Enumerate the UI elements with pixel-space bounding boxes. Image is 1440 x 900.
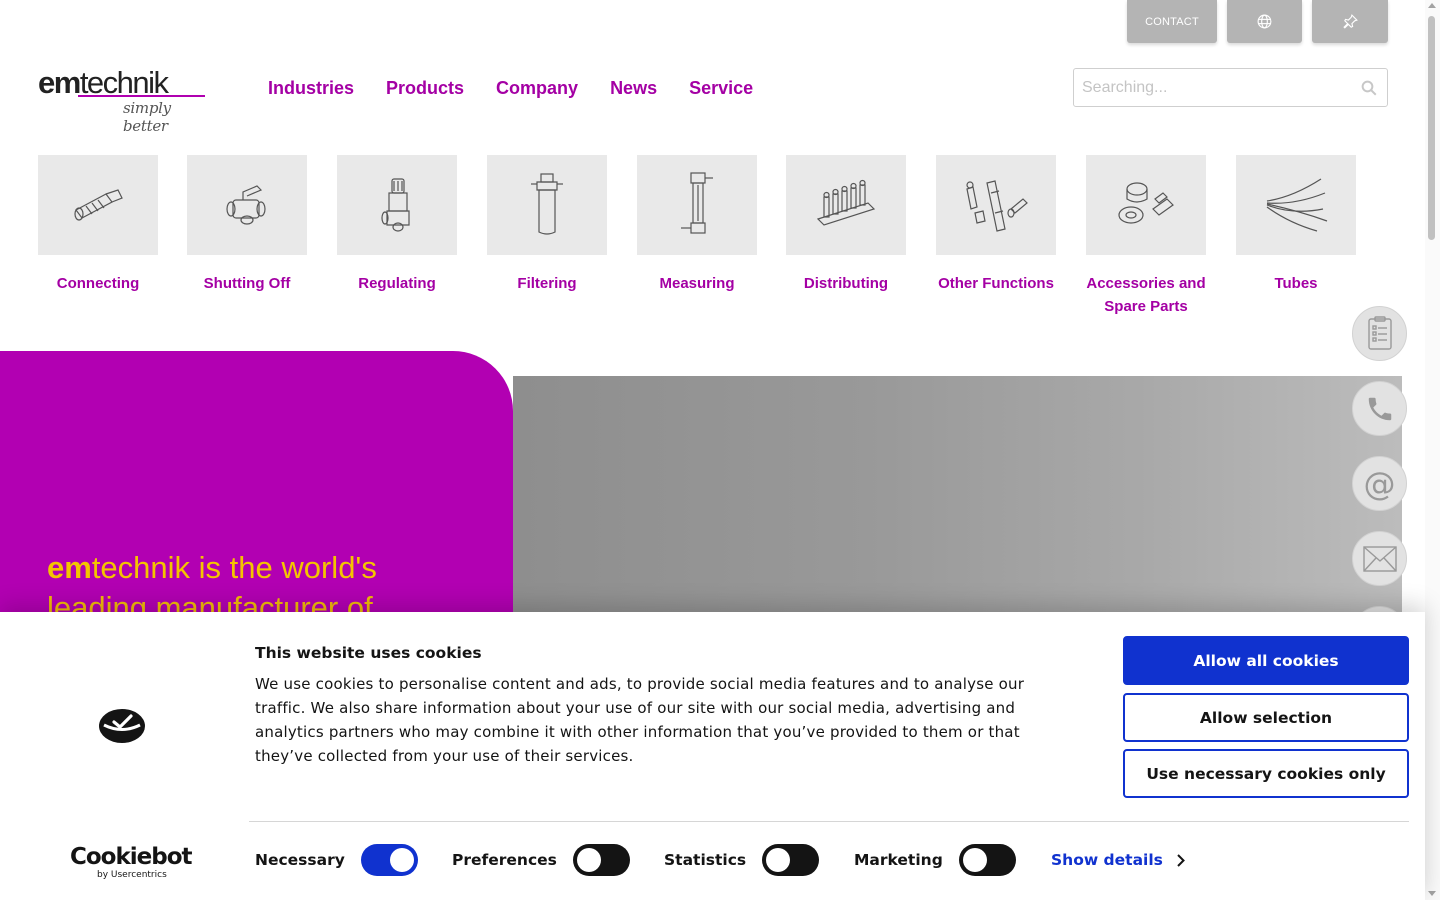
cookie-divider bbox=[249, 821, 1409, 822]
newsletter-button[interactable] bbox=[1352, 531, 1407, 586]
category-label: Accessories and Spare Parts bbox=[1086, 275, 1206, 315]
toggle-label: Necessary bbox=[255, 851, 345, 869]
toggle-preferences[interactable] bbox=[572, 844, 630, 876]
category-accessories[interactable]: Accessories and Spare Parts bbox=[1086, 155, 1206, 318]
category-thumb bbox=[1236, 155, 1356, 255]
misc-components-icon bbox=[966, 180, 1028, 232]
pin-button[interactable] bbox=[1312, 0, 1388, 43]
toggle-marketing[interactable] bbox=[958, 844, 1016, 876]
envelope-icon bbox=[1362, 545, 1397, 572]
accessories-icon bbox=[1118, 182, 1174, 224]
category-label: Measuring bbox=[659, 275, 735, 292]
checklist-icon bbox=[1367, 315, 1392, 350]
logo-tagline: simply better bbox=[123, 99, 171, 135]
toggle-necessary-group: Necessary bbox=[255, 844, 418, 876]
category-thumb bbox=[637, 155, 757, 255]
scroll-down-icon[interactable] bbox=[1428, 891, 1436, 896]
nav-item-industries[interactable]: Industries bbox=[268, 78, 354, 99]
phone-icon bbox=[1368, 397, 1391, 420]
cookie-title: This website uses cookies bbox=[255, 644, 482, 662]
phone-button[interactable] bbox=[1352, 381, 1407, 436]
logo[interactable]: emtechnik simply better bbox=[38, 66, 208, 135]
toggle-statistics[interactable] bbox=[762, 844, 820, 876]
toggle-necessary[interactable] bbox=[360, 844, 418, 876]
category-connecting[interactable]: Connecting bbox=[38, 155, 158, 295]
toggle-preferences-group: Preferences bbox=[452, 844, 630, 876]
nav-item-service[interactable]: Service bbox=[689, 78, 753, 99]
category-measuring[interactable]: Measuring bbox=[637, 155, 757, 295]
category-tubes[interactable]: Tubes bbox=[1236, 155, 1356, 295]
toggle-statistics-group: Statistics bbox=[664, 844, 820, 876]
pin-icon bbox=[1342, 14, 1358, 29]
cookie-description: We use cookies to personalise content an… bbox=[255, 675, 1025, 765]
category-other-functions[interactable]: Other Functions bbox=[936, 155, 1056, 295]
category-label: Regulating bbox=[358, 275, 436, 292]
main-nav: Industries Products Company News Service bbox=[268, 78, 753, 99]
category-distributing[interactable]: Distributing bbox=[786, 155, 906, 295]
allow-selection-button[interactable]: Allow selection bbox=[1123, 693, 1409, 742]
toggle-label: Statistics bbox=[664, 851, 747, 869]
search-box bbox=[1073, 68, 1388, 107]
allow-all-cookies-button[interactable]: Allow all cookies bbox=[1123, 636, 1409, 685]
email-at-button[interactable]: @ bbox=[1352, 456, 1407, 511]
category-label: Shutting Off bbox=[203, 275, 291, 292]
nav-item-company[interactable]: Company bbox=[496, 78, 578, 99]
cookiebot-logo: Cookiebot by Usercentrics bbox=[70, 844, 193, 880]
nav-item-news[interactable]: News bbox=[610, 78, 657, 99]
checklist-button[interactable] bbox=[1352, 306, 1407, 361]
cookiebot-badge-icon bbox=[99, 709, 145, 743]
page-scrollbar[interactable] bbox=[1425, 0, 1440, 900]
scroll-thumb[interactable] bbox=[1428, 16, 1435, 240]
filter-cartridge-icon bbox=[531, 173, 563, 235]
globe-icon bbox=[1257, 14, 1272, 29]
ball-valve-icon bbox=[226, 185, 266, 225]
toggle-label: Preferences bbox=[452, 851, 557, 869]
cookie-banner: Cookiebot by Usercentrics This website u… bbox=[0, 612, 1425, 900]
toggle-marketing-group: Marketing bbox=[854, 844, 1016, 876]
category-shutting-off[interactable]: Shutting Off bbox=[187, 155, 307, 295]
category-regulating[interactable]: Regulating bbox=[337, 155, 457, 295]
category-label: Tubes bbox=[1274, 275, 1318, 292]
category-thumb bbox=[337, 155, 457, 255]
category-thumb bbox=[187, 155, 307, 255]
show-details-link[interactable]: Show details bbox=[1051, 851, 1185, 869]
category-thumb bbox=[786, 155, 906, 255]
toggle-label: Marketing bbox=[854, 851, 943, 869]
nav-item-products[interactable]: Products bbox=[386, 78, 464, 99]
scroll-up-icon[interactable] bbox=[1428, 3, 1436, 8]
necessary-only-button[interactable]: Use necessary cookies only bbox=[1123, 749, 1409, 798]
connector-fitting-icon bbox=[74, 189, 123, 221]
tubes-icon bbox=[1266, 178, 1328, 232]
regulating-valve-icon bbox=[381, 178, 410, 232]
category-label: Distributing bbox=[803, 275, 889, 292]
logo-underline bbox=[78, 95, 205, 97]
category-label: Filtering bbox=[517, 275, 577, 292]
manifold-icon bbox=[816, 179, 876, 226]
category-thumb bbox=[38, 155, 158, 255]
search-input[interactable] bbox=[1074, 69, 1344, 106]
chevron-right-icon bbox=[1177, 853, 1185, 867]
utility-bar: CONTACT bbox=[1127, 0, 1388, 43]
language-button[interactable] bbox=[1227, 0, 1302, 43]
category-thumb bbox=[487, 155, 607, 255]
search-icon[interactable] bbox=[1360, 79, 1378, 97]
flow-meter-icon bbox=[681, 172, 713, 234]
category-thumb bbox=[936, 155, 1056, 255]
category-thumb bbox=[1086, 155, 1206, 255]
category-label: Connecting bbox=[56, 275, 140, 292]
contact-button[interactable]: CONTACT bbox=[1127, 0, 1217, 43]
category-filtering[interactable]: Filtering bbox=[487, 155, 607, 295]
category-label: Other Functions bbox=[938, 275, 1054, 292]
at-sign-icon: @ bbox=[1363, 464, 1396, 503]
